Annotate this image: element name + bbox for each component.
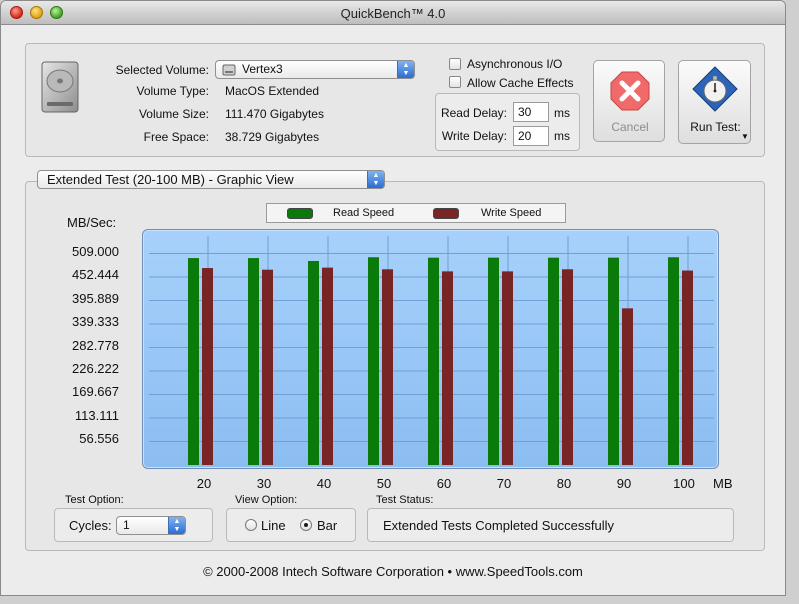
x-tick-label: 40 xyxy=(316,476,332,491)
view-option-label: View Option: xyxy=(235,494,298,506)
cycles-label: Cycles: xyxy=(69,518,112,533)
y-tick-label: 113.111 xyxy=(74,408,119,423)
hard-drive-icon xyxy=(41,61,79,113)
x-tick-label: 100 xyxy=(673,476,695,491)
test-type-select-value: Extended Test (20-100 MB) - Graphic View xyxy=(47,172,294,187)
selected-volume-label: Selected Volume: xyxy=(115,63,209,77)
write-speed-bar-20 xyxy=(202,268,213,465)
y-tick-label: 452.444 xyxy=(72,267,119,282)
write-speed-swatch xyxy=(433,208,459,219)
footer-copyright: © 2000-2008 Intech Software Corporation … xyxy=(203,564,583,579)
window-title: QuickBench™ 4.0 xyxy=(340,6,446,21)
volume-type-value: MacOS Extended xyxy=(225,84,320,98)
stopwatch-icon xyxy=(692,66,738,112)
chevron-updown-icon: ▲ ▼ xyxy=(367,171,384,188)
cancel-octagon-icon xyxy=(610,71,650,111)
write-speed-bar-40 xyxy=(322,267,333,465)
read-speed-bar-20 xyxy=(188,258,199,465)
test-status-label: Test Status: xyxy=(376,494,434,506)
chevron-updown-icon: ▲ ▼ xyxy=(168,517,185,534)
cycles-select[interactable]: 1 ▲ ▼ xyxy=(116,516,186,535)
read-speed-bar-70 xyxy=(488,257,499,465)
volume-select-value: Vertex3 xyxy=(242,62,283,76)
y-axis-title: MB/Sec: xyxy=(67,215,117,230)
x-axis-title: MB xyxy=(713,476,733,491)
cancel-button-label: Cancel xyxy=(611,120,649,134)
async-io-checkbox[interactable] xyxy=(449,58,461,70)
y-tick-label: 509.000 xyxy=(72,243,119,259)
write-speed-bar-80 xyxy=(562,269,573,465)
y-tick-label: 395.889 xyxy=(72,290,119,306)
x-tick-label: 60 xyxy=(436,476,452,491)
line-view-label: Line xyxy=(261,518,286,533)
y-tick-label: 339.333 xyxy=(72,314,119,329)
title-bar[interactable]: QuickBench™ 4.0 xyxy=(1,1,785,25)
write-speed-bar-50 xyxy=(382,269,393,465)
bar-view-radio[interactable] xyxy=(300,519,312,531)
x-tick-label: 50 xyxy=(376,476,392,491)
line-view-radio[interactable] xyxy=(245,519,257,531)
x-tick-label: 70 xyxy=(496,476,512,491)
free-space-label: Free Space: xyxy=(143,130,209,144)
read-speed-bar-90 xyxy=(608,257,619,465)
write-delay-input[interactable]: 20 xyxy=(513,126,549,146)
read-speed-bar-60 xyxy=(428,257,439,465)
read-delay-input[interactable]: 30 xyxy=(513,102,549,122)
dropdown-triangle-icon: ▼ xyxy=(741,132,749,141)
write-speed-legend-label: Write Speed xyxy=(481,207,542,219)
cancel-button[interactable]: Cancel xyxy=(593,60,665,142)
async-io-label: Asynchronous I/O xyxy=(467,57,563,71)
x-tick-label: 90 xyxy=(616,476,632,491)
write-speed-bar-70 xyxy=(502,271,513,465)
read-speed-bar-80 xyxy=(548,257,559,465)
cache-effects-checkbox[interactable] xyxy=(449,76,461,88)
read-speed-swatch xyxy=(287,208,313,219)
read-speed-bar-40 xyxy=(308,260,319,465)
free-space-value: 38.729 Gigabytes xyxy=(225,130,320,144)
volume-size-label: Volume Size: xyxy=(138,107,209,121)
bar-view-label: Bar xyxy=(317,518,338,533)
read-delay-unit: ms xyxy=(554,106,570,120)
cycles-select-value: 1 xyxy=(123,518,130,532)
chevron-updown-icon: ▲ ▼ xyxy=(397,61,414,78)
bar-chart xyxy=(149,236,714,465)
volume-select[interactable]: Vertex3 ▲ ▼ xyxy=(215,60,415,79)
chart-legend: Read Speed Write Speed xyxy=(266,203,566,223)
drive-small-icon xyxy=(222,64,236,76)
volume-type-label: Volume Type: xyxy=(136,84,210,98)
cache-effects-label: Allow Cache Effects xyxy=(467,76,574,90)
write-speed-bar-60 xyxy=(442,271,453,465)
write-delay-unit: ms xyxy=(554,129,570,143)
read-speed-bar-100 xyxy=(668,257,679,465)
x-tick-label: 20 xyxy=(196,476,212,491)
write-speed-bar-30 xyxy=(262,269,273,465)
app-window: QuickBench™ 4.0 Selected Volume: Vertex3… xyxy=(0,0,786,596)
test-option-label: Test Option: xyxy=(65,494,124,506)
read-delay-label: Read Delay: xyxy=(440,106,507,120)
write-delay-label: Write Delay: xyxy=(441,129,507,143)
read-speed-bar-50 xyxy=(368,257,379,465)
test-status-value: Extended Tests Completed Successfully xyxy=(383,518,614,533)
volume-size-value: 111.470 Gigabytes xyxy=(225,107,324,121)
y-tick-label: 169.667 xyxy=(72,384,119,400)
test-type-select[interactable]: Extended Test (20-100 MB) - Graphic View… xyxy=(37,170,385,189)
write-speed-bar-90 xyxy=(622,308,633,465)
run-test-button[interactable]: Run Test: ▼ xyxy=(678,60,751,144)
x-tick-label: 30 xyxy=(256,476,272,491)
read-speed-legend-label: Read Speed xyxy=(333,207,395,219)
y-tick-label: 56.556 xyxy=(79,431,119,447)
write-speed-bar-100 xyxy=(682,270,693,465)
y-tick-label: 282.778 xyxy=(72,337,119,353)
x-tick-label: 80 xyxy=(556,476,572,491)
read-speed-bar-30 xyxy=(248,258,259,465)
bar-chart-plot xyxy=(142,229,719,469)
y-tick-label: 226.222 xyxy=(72,361,119,376)
